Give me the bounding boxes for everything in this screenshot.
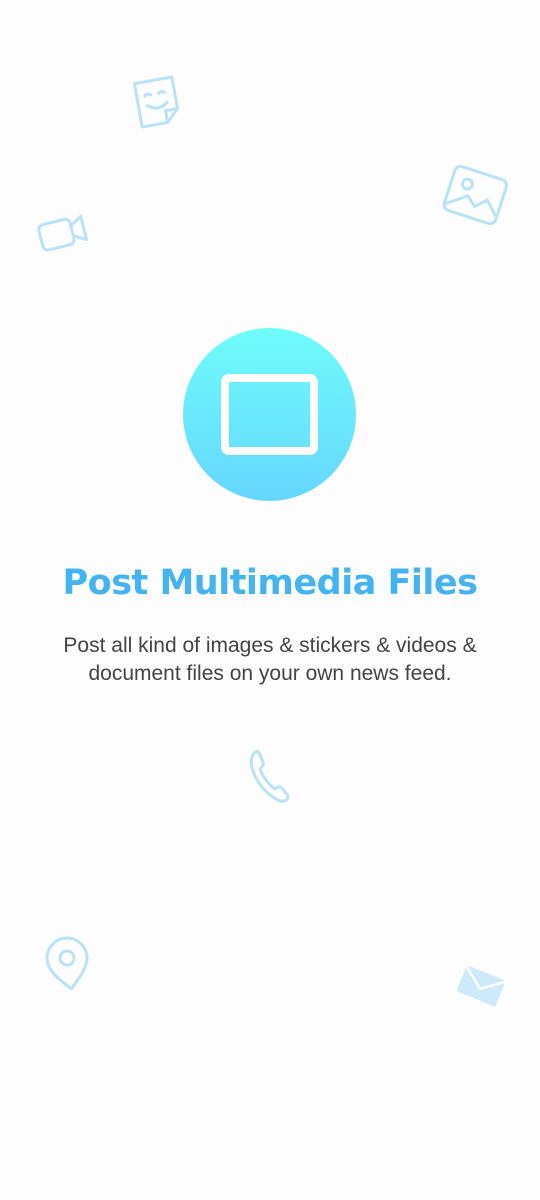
sticker-icon (132, 75, 179, 129)
onboarding-screen: Post Multimedia Files Post all kind of i… (0, 0, 540, 1200)
video-camera-icon (37, 214, 89, 252)
image-frame-icon (221, 374, 318, 455)
image-icon (442, 164, 509, 226)
phone-icon (249, 749, 290, 803)
page-title: Post Multimedia Files (62, 563, 478, 603)
hero-image-circle (183, 328, 356, 501)
page-description: Post all kind of images & stickers & vid… (63, 634, 477, 685)
envelope-icon (456, 965, 506, 1007)
location-pin-icon (45, 936, 89, 991)
